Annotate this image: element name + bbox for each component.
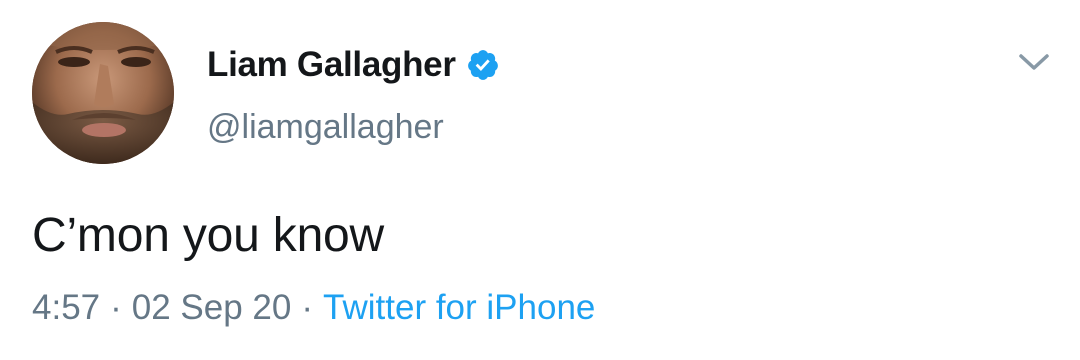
author-name-row[interactable]: Liam Gallagher bbox=[207, 42, 500, 88]
meta-separator: · bbox=[110, 288, 122, 327]
tweet-source-link[interactable]: Twitter for iPhone bbox=[323, 288, 595, 328]
tweet-date[interactable]: 02 Sep 20 bbox=[132, 288, 292, 328]
meta-separator: · bbox=[301, 288, 314, 327]
profile-photo-icon bbox=[32, 22, 174, 164]
verified-badge-icon bbox=[466, 48, 500, 82]
tweet-meta: 4:57 · 02 Sep 20 · Twitter for iPhone bbox=[32, 288, 595, 328]
tweet-text: C’mon you know bbox=[32, 209, 385, 262]
author-handle[interactable]: @liamgallagher bbox=[207, 108, 444, 147]
chevron-down-icon[interactable] bbox=[1016, 48, 1052, 76]
author-display-name[interactable]: Liam Gallagher bbox=[207, 45, 456, 85]
tweet-time[interactable]: 4:57 bbox=[32, 288, 100, 328]
tweet-card: Liam Gallagher @liamgallagher C’mon you … bbox=[0, 0, 1080, 360]
avatar[interactable] bbox=[32, 22, 174, 164]
